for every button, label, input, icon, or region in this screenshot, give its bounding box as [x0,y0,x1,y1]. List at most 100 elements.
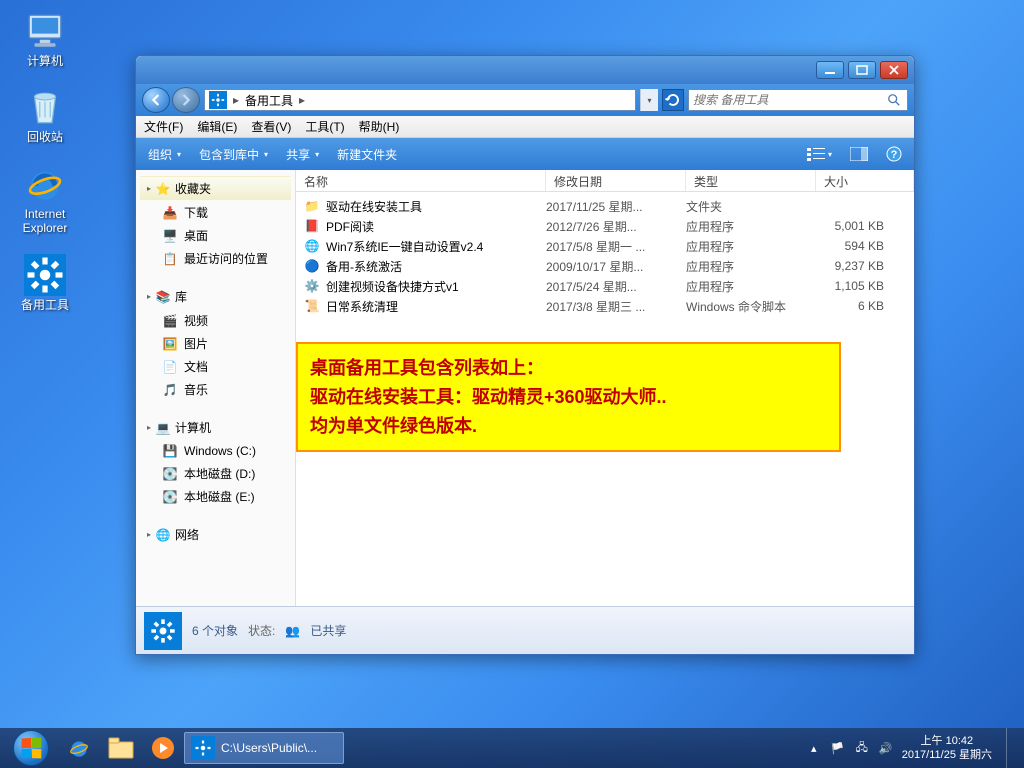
sidebar-documents[interactable]: 📄文档 [140,355,291,378]
preview-pane-button[interactable] [850,147,868,161]
sidebar-videos[interactable]: 🎬视频 [140,309,291,332]
file-row[interactable]: 📜日常系统清理2017/3/8 星期三 ...Windows 命令脚本6 KB [296,296,914,316]
drive-icon: 💾 [162,443,178,459]
recycle-bin-icon [24,86,66,128]
show-desktop-button[interactable] [1006,728,1016,768]
start-button[interactable] [4,728,58,768]
help-button[interactable]: ? [886,146,902,162]
file-row[interactable]: ⚙️创建视频设备快捷方式v12017/5/24 星期...应用程序1,105 K… [296,276,914,296]
titlebar[interactable] [136,56,914,84]
menu-help[interactable]: 帮助(H) [359,118,400,135]
computer-icon [24,10,66,52]
col-date[interactable]: 修改日期 [546,170,686,191]
sidebar: ▸⭐收藏夹 📥下载 🖥️桌面 📋最近访问的位置 ▸📚库 🎬视频 🖼️图片 📄文档… [136,170,296,606]
sidebar-music[interactable]: 🎵音乐 [140,378,291,401]
refresh-button[interactable] [662,89,684,111]
search-input[interactable] [693,93,887,107]
forward-button[interactable] [172,87,200,113]
desktop-ie[interactable]: Internet Explorer [10,163,80,236]
svg-text:?: ? [891,149,898,161]
back-button[interactable] [142,87,170,113]
picture-icon: 🖼️ [162,336,178,352]
col-size[interactable]: 大小 [816,170,914,191]
gear-icon [209,91,227,109]
file-row[interactable]: 📕PDF阅读2012/7/26 星期...应用程序5,001 KB [296,216,914,236]
tray-show-hidden[interactable]: ▴ [806,740,822,756]
file-row[interactable]: 📁驱动在线安装工具2017/11/25 星期...文件夹 [296,196,914,216]
toolbar: 组织 包含到库中 共享 新建文件夹 ▾ ? [136,138,914,170]
menu-file[interactable]: 文件(F) [144,118,183,135]
sidebar-favorites[interactable]: ▸⭐收藏夹 [140,176,291,201]
file-icon: 🔵 [304,258,320,274]
desktop-recycle-bin[interactable]: 回收站 [10,86,80,144]
chevron-right-icon: ▸ [233,93,239,107]
video-icon: 🎬 [162,313,178,329]
menu-edit[interactable]: 编辑(E) [197,118,237,135]
desktop-icon: 🖥️ [162,228,178,244]
sidebar-drive-c[interactable]: 💾Windows (C:) [140,440,291,462]
sidebar-drive-e[interactable]: 💽本地磁盘 (E:) [140,485,291,508]
tray-action-center-icon[interactable]: 🏳️ [830,740,846,756]
desktop-tools[interactable]: 备用工具 [10,254,80,312]
windows-logo-icon [13,730,49,766]
close-button[interactable] [880,61,908,79]
nav-row: ▸ 备用工具 ▸ ▾ [136,84,914,116]
tray-clock[interactable]: 上午 10:42 2017/11/25 星期六 [902,734,992,763]
gear-icon [144,612,182,650]
taskbar-ie[interactable] [59,732,99,764]
tray-volume-icon[interactable]: 🔊 [878,740,894,756]
sidebar-pictures[interactable]: 🖼️图片 [140,332,291,355]
sidebar-recent[interactable]: 📋最近访问的位置 [140,247,291,270]
computer-icon: 💻 [155,420,171,436]
download-icon: 📥 [162,205,178,221]
file-icon: 🌐 [304,238,320,254]
annotation-note: 桌面备用工具包含列表如上： 驱动在线安装工具：驱动精灵+360驱动大师.. 均为… [296,342,841,452]
address-dropdown[interactable]: ▾ [640,89,658,111]
toolbar-share[interactable]: 共享 [286,146,319,163]
sidebar-drive-d[interactable]: 💽本地磁盘 (D:) [140,462,291,485]
system-tray: ▴ 🏳️ 🖧 🔊 上午 10:42 2017/11/25 星期六 [806,728,1020,768]
desktop-computer[interactable]: 计算机 [10,10,80,68]
gear-icon [24,254,66,296]
breadcrumb[interactable]: 备用工具 [245,92,293,109]
file-row[interactable]: 🌐Win7系统IE一键自动设置v2.42017/5/8 星期一 ...应用程序5… [296,236,914,256]
address-bar[interactable]: ▸ 备用工具 ▸ [204,89,636,111]
ie-icon [24,163,66,205]
status-count: 6 个对象 [192,622,238,639]
file-row[interactable]: 🔵备用-系统激活2009/10/17 星期...应用程序9,237 KB [296,256,914,276]
explorer-window: ▸ 备用工具 ▸ ▾ 文件(F) 编辑(E) 查看(V) 工具(T) 帮助(H)… [135,55,915,655]
star-icon: ⭐ [155,181,171,197]
file-content: 名称 修改日期 类型 大小 📁驱动在线安装工具2017/11/25 星期...文… [296,170,914,606]
sidebar-desktop[interactable]: 🖥️桌面 [140,224,291,247]
taskbar-explorer[interactable] [101,732,141,764]
column-headers: 名称 修改日期 类型 大小 [296,170,914,192]
search-icon[interactable] [887,93,903,107]
sidebar-downloads[interactable]: 📥下载 [140,201,291,224]
toolbar-organize[interactable]: 组织 [148,146,181,163]
file-icon: 📕 [304,218,320,234]
toolbar-include[interactable]: 包含到库中 [199,146,268,163]
menu-view[interactable]: 查看(V) [251,118,291,135]
taskbar-media[interactable] [143,732,183,764]
col-name[interactable]: 名称 [296,170,546,191]
document-icon: 📄 [162,359,178,375]
tray-network-icon[interactable]: 🖧 [854,740,870,756]
minimize-button[interactable] [816,61,844,79]
sidebar-network[interactable]: ▸🌐网络 [140,522,291,547]
sidebar-computer[interactable]: ▸💻计算机 [140,415,291,440]
menu-tools[interactable]: 工具(T) [305,118,344,135]
file-icon: 📁 [304,198,320,214]
desktop-icons: 计算机 回收站 Internet Explorer 备用工具 [10,10,80,312]
view-mode-button[interactable]: ▾ [806,146,832,162]
col-type[interactable]: 类型 [686,170,816,191]
toolbar-newfolder[interactable]: 新建文件夹 [337,146,402,163]
sidebar-library[interactable]: ▸📚库 [140,284,291,309]
people-icon: 👥 [285,624,300,638]
maximize-button[interactable] [848,61,876,79]
recent-icon: 📋 [162,251,178,267]
taskbar-active-window[interactable]: C:\Users\Public\... [184,732,344,764]
menubar: 文件(F) 编辑(E) 查看(V) 工具(T) 帮助(H) [136,116,914,138]
search-box[interactable] [688,89,908,111]
music-icon: 🎵 [162,382,178,398]
network-icon: 🌐 [155,527,171,543]
